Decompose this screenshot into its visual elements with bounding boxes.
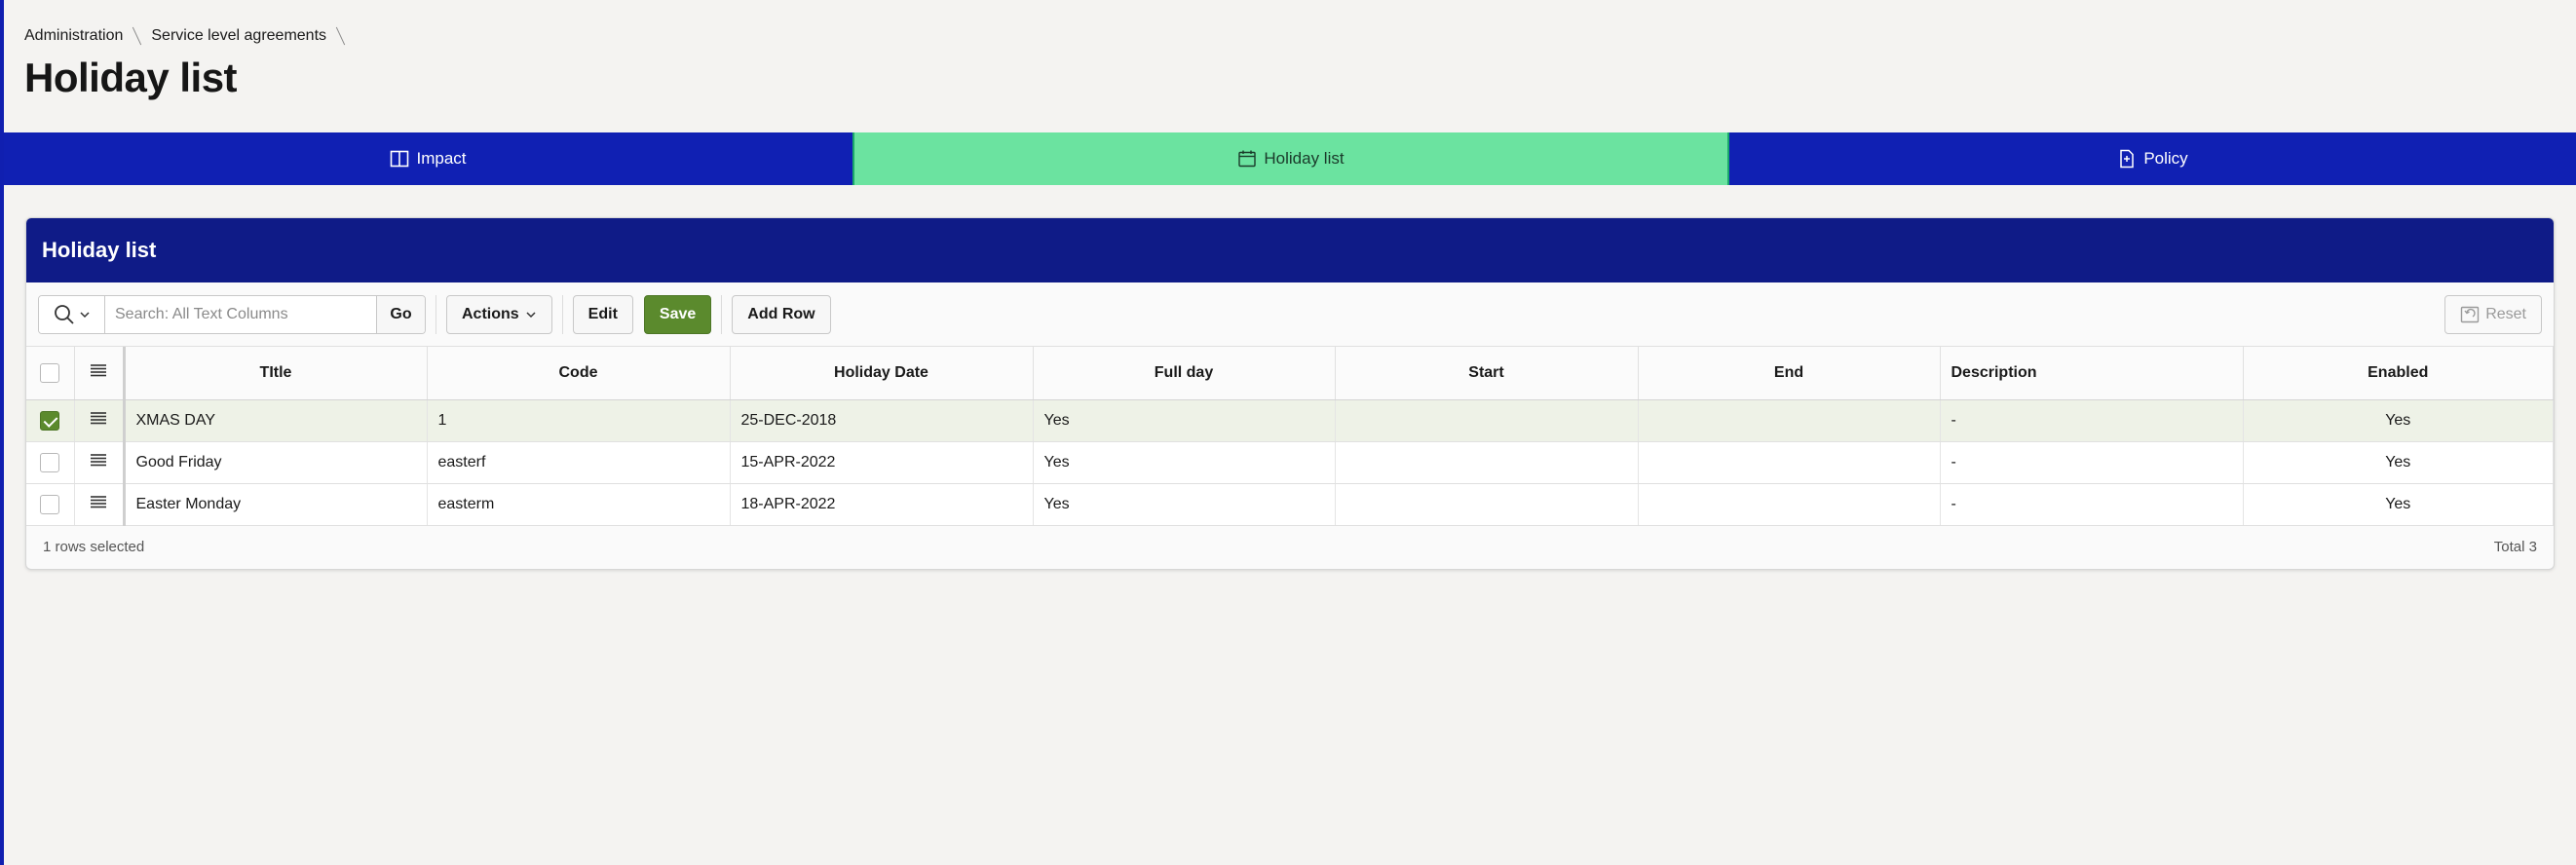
- row-actions-header: [74, 347, 126, 400]
- cell-start[interactable]: [1335, 441, 1639, 484]
- search-group: Go: [38, 294, 426, 334]
- cell-enabled[interactable]: Yes: [2243, 399, 2554, 442]
- cell-holiday-date[interactable]: 18-APR-2022: [730, 483, 1034, 526]
- table-row[interactable]: XMAS DAY 1 25-DEC-2018 Yes - Yes: [26, 399, 2554, 442]
- cell-title[interactable]: XMAS DAY: [124, 399, 428, 442]
- chevron-down-icon: [79, 311, 90, 318]
- row-select-cell: [26, 441, 75, 484]
- cell-holiday-date[interactable]: 25-DEC-2018: [730, 399, 1034, 442]
- row-actions-cell: [74, 483, 126, 526]
- breadcrumb-item-administration[interactable]: Administration: [24, 27, 123, 45]
- row-actions-cell: [74, 399, 126, 442]
- region-title: Holiday list: [42, 238, 157, 262]
- tab-bar: Impact Holiday list Policy: [4, 132, 2576, 185]
- column-header-holiday-date[interactable]: Holiday Date: [730, 347, 1034, 400]
- reset-label: Reset: [2485, 306, 2526, 322]
- row-menu-icon[interactable]: [90, 453, 107, 467]
- row-menu-icon[interactable]: [90, 495, 107, 508]
- row-checkbox[interactable]: [40, 452, 60, 472]
- chevron-down-icon: [526, 311, 536, 318]
- breadcrumb-item-service-level-agreements[interactable]: Service level agreements: [151, 27, 326, 45]
- toolbar-separator: [721, 294, 723, 334]
- cell-enabled[interactable]: Yes: [2243, 483, 2554, 526]
- cell-holiday-date[interactable]: 15-APR-2022: [730, 441, 1034, 484]
- go-button[interactable]: Go: [376, 295, 425, 333]
- region-header: Holiday list: [26, 218, 2554, 282]
- toolbar-separator: [561, 294, 563, 334]
- cell-end[interactable]: [1638, 483, 1941, 526]
- cell-full-day[interactable]: Yes: [1033, 441, 1336, 484]
- cell-end[interactable]: [1638, 399, 1941, 442]
- cell-title[interactable]: Easter Monday: [124, 483, 428, 526]
- table-row[interactable]: Easter Monday easterm 18-APR-2022 Yes - …: [26, 483, 2554, 526]
- column-header-start[interactable]: Start: [1335, 347, 1639, 400]
- document-icon: [2120, 149, 2135, 169]
- edit-button[interactable]: Edit: [572, 294, 633, 334]
- cell-description[interactable]: -: [1940, 399, 2244, 442]
- reset-button[interactable]: Reset: [2444, 295, 2542, 334]
- row-checkbox[interactable]: [40, 494, 60, 514]
- breadcrumb-separator: [335, 26, 346, 46]
- table-row[interactable]: Good Friday easterf 15-APR-2022 Yes - Ye…: [26, 441, 2554, 484]
- column-header-description[interactable]: Description: [1940, 347, 2244, 400]
- cell-full-day[interactable]: Yes: [1033, 399, 1336, 442]
- column-header-end[interactable]: End: [1638, 347, 1941, 400]
- cell-code[interactable]: easterf: [427, 441, 731, 484]
- cell-description[interactable]: -: [1940, 483, 2244, 526]
- cell-description[interactable]: -: [1940, 441, 2244, 484]
- search-input[interactable]: [105, 295, 376, 333]
- columns-icon: [391, 150, 409, 168]
- holiday-list-region: Holiday list Go Actions Edit S: [25, 217, 2555, 570]
- row-select-cell: [26, 399, 75, 442]
- menu-icon[interactable]: [90, 363, 107, 377]
- tab-impact-label: Impact: [416, 149, 467, 168]
- cell-code[interactable]: 1: [427, 399, 731, 442]
- calendar-icon: [1238, 150, 1257, 168]
- search-column-selector[interactable]: [39, 295, 105, 333]
- column-header-full-day[interactable]: Full day: [1033, 347, 1336, 400]
- left-edge-accent: [0, 0, 4, 865]
- cell-code[interactable]: easterm: [427, 483, 731, 526]
- grid-toolbar: Go Actions Edit Save Add Row Reset: [26, 282, 2554, 347]
- column-header-title[interactable]: TItle: [124, 347, 428, 400]
- tab-policy[interactable]: Policy: [1729, 132, 2576, 185]
- column-header-code[interactable]: Code: [427, 347, 731, 400]
- row-actions-cell: [74, 441, 126, 484]
- page-title: Holiday list: [24, 55, 238, 100]
- column-header-enabled[interactable]: Enabled: [2243, 347, 2554, 400]
- tab-holiday-list[interactable]: Holiday list: [852, 132, 1729, 185]
- cell-start[interactable]: [1335, 483, 1639, 526]
- add-row-button[interactable]: Add Row: [732, 294, 831, 334]
- tab-policy-label: Policy: [2143, 149, 2188, 168]
- cell-end[interactable]: [1638, 441, 1941, 484]
- reset-icon: [2461, 306, 2480, 323]
- select-all-header: [26, 347, 75, 400]
- row-menu-icon[interactable]: [90, 411, 107, 425]
- breadcrumb: Administration Service level agreements: [24, 26, 355, 46]
- tab-impact[interactable]: Impact: [4, 132, 852, 185]
- total-count: Total 3: [2493, 539, 2537, 555]
- cell-enabled[interactable]: Yes: [2243, 441, 2554, 484]
- selection-count: 1 rows selected: [43, 539, 145, 555]
- breadcrumb-separator: [133, 26, 142, 46]
- grid-footer: 1 rows selected Total 3: [26, 526, 2554, 569]
- actions-label: Actions: [462, 305, 519, 322]
- row-select-cell: [26, 483, 75, 526]
- actions-menu-button[interactable]: Actions: [446, 294, 552, 334]
- grid-header-row: TItle Code Holiday Date Full day Start E…: [26, 347, 2554, 400]
- row-checkbox[interactable]: [40, 410, 60, 431]
- save-button[interactable]: Save: [643, 294, 712, 334]
- cell-full-day[interactable]: Yes: [1033, 483, 1336, 526]
- cell-title[interactable]: Good Friday: [124, 441, 428, 484]
- search-icon: [54, 304, 74, 324]
- select-all-checkbox[interactable]: [40, 362, 60, 383]
- cell-start[interactable]: [1335, 399, 1639, 442]
- tab-holiday-list-label: Holiday list: [1264, 149, 1345, 168]
- holiday-grid: TItle Code Holiday Date Full day Start E…: [26, 347, 2554, 526]
